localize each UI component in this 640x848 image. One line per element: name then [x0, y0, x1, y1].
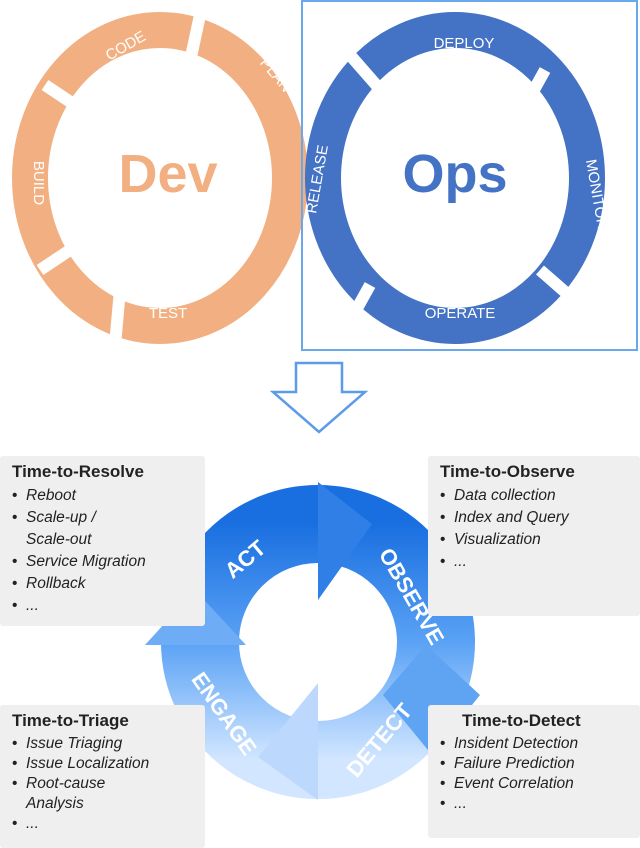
list-item: Root-cause Analysis: [12, 774, 205, 814]
list-item: Issue Triaging: [12, 734, 205, 754]
stage-test: TEST: [149, 305, 187, 322]
stage-deploy: DEPLOY: [434, 35, 495, 52]
list-item: Data collection: [440, 485, 640, 507]
box-title: Time-to-Observe: [440, 462, 575, 481]
time-to-triage-box: Time-to-Triage Issue Triaging Issue Loca…: [0, 705, 205, 848]
list-item: ...: [440, 794, 640, 814]
box-title: Time-to-Triage: [12, 711, 129, 730]
time-to-detect-box: Time-to-Detect Insident Detection Failur…: [428, 705, 640, 838]
list-item: Visualization: [440, 529, 640, 551]
time-to-observe-box: Time-to-Observe Data collection Index an…: [428, 456, 640, 616]
stage-build: BUILD: [30, 161, 47, 205]
list-item: ...: [12, 595, 205, 617]
list-item: Rollback: [12, 573, 205, 595]
dev-label: Dev: [118, 144, 217, 204]
list-item: ...: [12, 814, 205, 834]
stage-operate: OPERATE: [425, 305, 496, 322]
list-item: Event Correlation: [440, 774, 640, 794]
list-item: Reboot: [12, 485, 205, 507]
list-item: Index and Query: [440, 507, 640, 529]
ops-label: Ops: [402, 144, 507, 204]
box-title: Time-to-Detect: [462, 711, 581, 730]
down-arrow-icon: [269, 361, 369, 434]
list-item: Scale-up / Scale-out: [12, 507, 205, 551]
list-item: Insident Detection: [440, 734, 640, 754]
box-title: Time-to-Resolve: [12, 462, 144, 481]
time-to-resolve-box: Time-to-Resolve Reboot Scale-up / Scale-…: [0, 456, 205, 626]
list-item: ...: [440, 551, 640, 573]
list-item: Issue Localization: [12, 754, 205, 774]
list-item: Failure Prediction: [440, 754, 640, 774]
list-item: Service Migration: [12, 551, 205, 573]
